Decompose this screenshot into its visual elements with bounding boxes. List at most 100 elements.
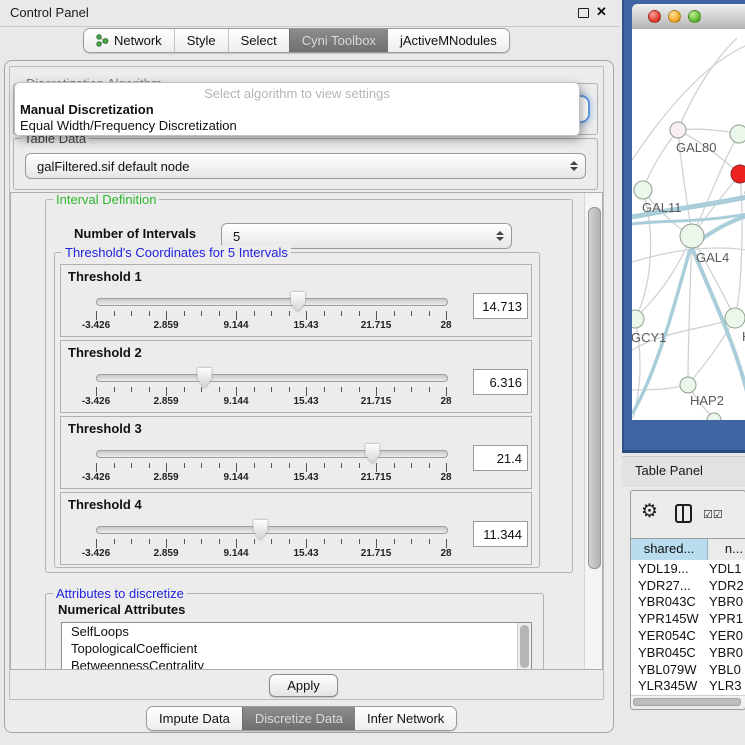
attribute-item[interactable]: TopologicalCoefficient xyxy=(62,640,531,657)
threshold-value-field[interactable]: 11.344 xyxy=(473,521,528,547)
slider-thumb[interactable] xyxy=(252,520,268,540)
slider-tick xyxy=(341,387,342,392)
table-row[interactable]: YDL19...YDL1 xyxy=(631,560,745,577)
table-row[interactable]: YPR145WYPR1 xyxy=(631,610,745,627)
cell-shared-name[interactable]: YPR145W xyxy=(631,611,707,626)
slider-tick xyxy=(446,539,447,548)
cell-shared-name[interactable]: YBR043C xyxy=(631,594,707,609)
attributes-scrollbar[interactable] xyxy=(517,623,531,670)
slider-track[interactable] xyxy=(96,526,448,534)
cell-shared-name[interactable]: YBL079W xyxy=(631,662,707,677)
network-node-label: GCY1 xyxy=(632,330,666,345)
cell-name[interactable]: YER0 xyxy=(707,628,745,643)
zoom-window-icon[interactable] xyxy=(688,10,701,23)
slider-track[interactable] xyxy=(96,450,448,458)
table-header-row: shared... n... xyxy=(631,538,745,561)
settings-scrollbar[interactable] xyxy=(584,193,602,669)
threshold-value-field[interactable]: 6.316 xyxy=(473,369,528,395)
cell-shared-name[interactable]: YDL19... xyxy=(631,561,707,576)
network-node-GAL80[interactable] xyxy=(670,122,686,138)
slider-tick xyxy=(376,463,377,472)
cell-name[interactable]: YLR3 xyxy=(707,678,745,693)
tab-jactivemnodules[interactable]: jActiveMNodules xyxy=(388,29,509,52)
cell-shared-name[interactable]: YLR345W xyxy=(631,678,707,693)
cell-name[interactable]: YBR0 xyxy=(707,645,745,660)
tab-style[interactable]: Style xyxy=(174,29,228,52)
cell-shared-name[interactable]: YDR27... xyxy=(631,578,707,593)
algorithm-option-manual[interactable]: Manual Discretization xyxy=(20,102,154,117)
network-node-GAL4[interactable] xyxy=(680,224,704,248)
slider-tick-label: 9.144 xyxy=(223,472,248,483)
tab-infer-network[interactable]: Infer Network xyxy=(355,707,456,730)
slider-thumb[interactable] xyxy=(196,368,212,388)
algorithm-prompt-item[interactable]: Select algorithm to view settings xyxy=(15,86,579,101)
settings-scrollbar-thumb[interactable] xyxy=(588,207,601,569)
column-checkboxes-icon[interactable]: ☑☑ xyxy=(703,508,723,521)
column-header-shared-name[interactable]: shared... xyxy=(631,539,708,560)
threshold-value-field[interactable]: 14.713 xyxy=(473,293,528,319)
slider-track[interactable] xyxy=(96,374,448,382)
table-row[interactable]: YBR045CYBR0 xyxy=(631,644,745,661)
tab-discretize-data[interactable]: Discretize Data xyxy=(242,707,355,730)
slider-tick xyxy=(131,539,132,544)
cell-name[interactable]: YDR2 xyxy=(707,578,745,593)
network-node-label: GAL11 xyxy=(642,200,682,215)
cell-name[interactable]: YDL1 xyxy=(707,561,745,576)
numerical-attributes-list[interactable]: SelfLoopsTopologicalCoefficientBetweenne… xyxy=(61,622,532,670)
network-node-GAL11[interactable] xyxy=(634,181,652,199)
close-panel-icon[interactable]: ✕ xyxy=(596,4,607,20)
network-node-node-g[interactable] xyxy=(730,125,745,143)
apply-button[interactable]: Apply xyxy=(269,674,338,697)
table-row[interactable]: YBR043CYBR0 xyxy=(631,594,745,611)
attribute-item[interactable]: SelfLoops xyxy=(62,623,531,640)
slider-tick xyxy=(446,463,447,472)
tab-network[interactable]: Network xyxy=(84,29,174,52)
network-node-node-red[interactable] xyxy=(731,165,745,183)
combo-arrows-icon xyxy=(563,161,585,171)
network-node-HAP2[interactable] xyxy=(680,377,696,393)
network-edge[interactable] xyxy=(735,174,742,318)
attribute-item[interactable]: BetweennessCentrality xyxy=(62,657,531,670)
threshold-label: Threshold 2 xyxy=(68,345,142,360)
network-edge[interactable] xyxy=(643,130,678,190)
slider-tick xyxy=(201,539,202,544)
network-window-titlebar[interactable] xyxy=(632,4,745,30)
cell-name[interactable]: YBL0 xyxy=(707,662,745,677)
table-data-combobox[interactable]: galFiltered.sif default node xyxy=(25,153,586,179)
close-window-icon[interactable] xyxy=(648,10,661,23)
table-row[interactable]: YLR345WYLR3 xyxy=(631,678,745,695)
settings-gear-icon[interactable]: ⚙ xyxy=(641,500,658,523)
network-node-node-h[interactable] xyxy=(725,308,745,328)
threshold-panel: Threshold 4-3.4262.8599.14415.4321.71528… xyxy=(60,492,532,565)
slider-tick-label: 2.859 xyxy=(153,396,178,407)
minimize-window-icon[interactable] xyxy=(668,10,681,23)
network-canvas[interactable]: GAL80GCGAL11GAL4GCY1HHAP2 xyxy=(632,29,745,420)
slider-tick xyxy=(306,463,307,472)
threshold-panel: Threshold 1-3.4262.8599.14415.4321.71528… xyxy=(60,264,532,337)
slider-tick xyxy=(394,311,395,316)
cell-name[interactable]: YPR1 xyxy=(707,611,745,626)
network-edge[interactable] xyxy=(678,38,737,130)
slider-tick-label: 15.43 xyxy=(293,320,318,331)
slider-thumb[interactable] xyxy=(364,444,380,464)
thresholds-group: Threshold's Coordinates for 5 Intervals … xyxy=(54,252,540,568)
float-panel-icon[interactable] xyxy=(578,8,589,18)
slider-track[interactable] xyxy=(96,298,448,306)
tab-select[interactable]: Select xyxy=(228,29,289,52)
table-row[interactable]: YBL079WYBL0 xyxy=(631,661,745,678)
column-header-name[interactable]: n... xyxy=(708,539,745,560)
cell-name[interactable]: YBR0 xyxy=(707,594,745,609)
split-columns-icon[interactable] xyxy=(675,504,692,523)
network-node-GCY1[interactable] xyxy=(632,310,644,328)
tab-impute-data[interactable]: Impute Data xyxy=(147,707,242,730)
cell-shared-name[interactable]: YBR045C xyxy=(631,645,707,660)
table-row[interactable]: YER054CYER0 xyxy=(631,627,745,644)
algorithm-option-equal-width[interactable]: Equal Width/Frequency Discretization xyxy=(20,118,237,133)
table-horizontal-scrollbar[interactable] xyxy=(631,695,745,706)
slider-tick xyxy=(271,387,272,392)
threshold-value-field[interactable]: 21.4 xyxy=(473,445,528,471)
slider-thumb[interactable] xyxy=(290,292,306,312)
tab-cyni-toolbox[interactable]: Cyni Toolbox xyxy=(289,29,388,52)
cell-shared-name[interactable]: YER054C xyxy=(631,628,707,643)
table-row[interactable]: YDR27...YDR2 xyxy=(631,577,745,594)
